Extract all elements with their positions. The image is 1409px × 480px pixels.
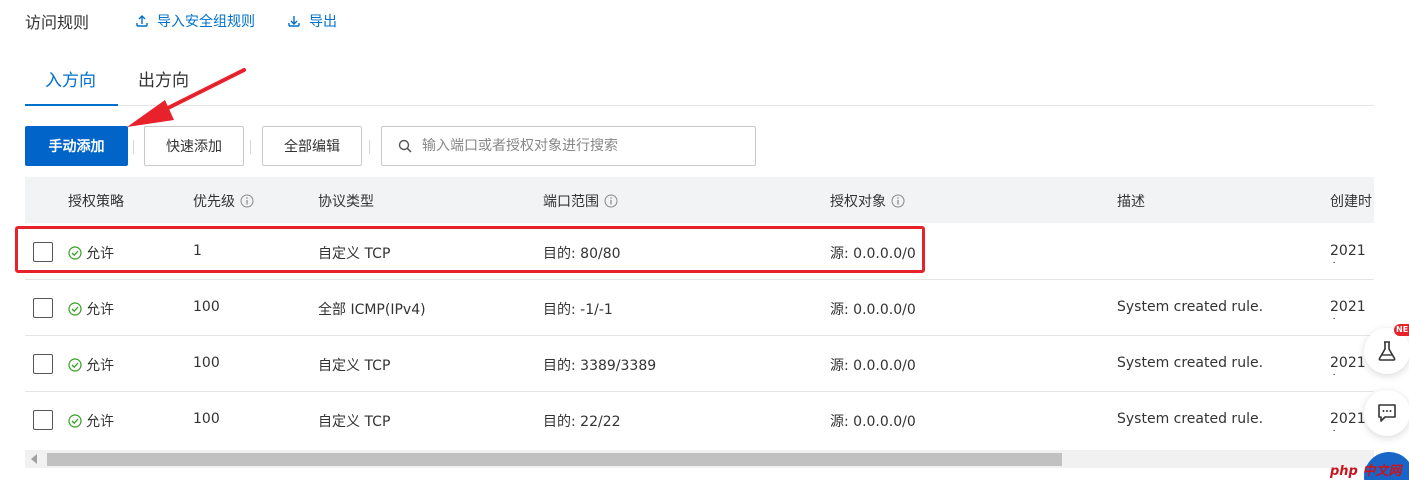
edit-all-button[interactable]: 全部编辑: [262, 126, 362, 166]
column-header-protocol: 协议类型: [318, 194, 374, 210]
created-cell: 2021年: [1330, 299, 1366, 319]
check-circle-icon: [68, 302, 82, 316]
priority-cell: 100: [193, 411, 220, 427]
target-cell: 源: 0.0.0.0/0: [830, 358, 916, 374]
priority-cell: 100: [193, 299, 220, 315]
horizontal-scrollbar[interactable]: [25, 450, 1374, 468]
description-cell: System created rule.: [1117, 299, 1264, 315]
upload-icon: [136, 15, 148, 27]
export-label: 导出: [309, 14, 337, 30]
tab-inbound[interactable]: 入方向: [45, 66, 96, 91]
info-icon[interactable]: [891, 194, 905, 208]
policy-label: 允许: [86, 414, 114, 430]
protocol-cell: 全部 ICMP(IPv4): [318, 302, 426, 318]
policy-label: 允许: [86, 358, 114, 374]
toolbar-divider: [369, 140, 370, 154]
protocol-cell: 自定义 TCP: [318, 246, 391, 262]
port-range-cell: 目的: 22/22: [543, 414, 621, 430]
description-cell: System created rule.: [1117, 355, 1264, 371]
created-cell-clip: 2021年: [1330, 299, 1374, 319]
policy-cell: 允许: [68, 299, 114, 319]
search-icon: [398, 139, 412, 153]
description-cell: System created rule.: [1117, 411, 1264, 427]
info-icon[interactable]: [604, 194, 618, 208]
table-row: 允许 100 自定义 TCP 目的: 22/22 源: 0.0.0.0/0 Sy…: [25, 392, 1374, 444]
chat-float-button[interactable]: [1364, 390, 1409, 436]
row-checkbox[interactable]: [33, 354, 53, 374]
column-header-created-clip: 创建时: [1330, 191, 1374, 211]
table-row: 允许 1 自定义 TCP 目的: 80/80 源: 0.0.0.0/0 2021…: [25, 224, 1374, 280]
download-icon: [288, 16, 300, 27]
column-header-policy: 授权策略: [68, 194, 124, 210]
target-cell: 源: 0.0.0.0/0: [830, 414, 916, 430]
created-cell: 2021年: [1330, 243, 1366, 263]
port-range-cell: 目的: -1/-1: [543, 302, 613, 318]
column-header-target: 授权对象: [830, 191, 905, 211]
section-title: 访问规则: [25, 13, 90, 32]
protocol-cell: 自定义 TCP: [318, 414, 391, 430]
policy-cell: 允许: [68, 411, 114, 431]
column-header-description: 描述: [1117, 194, 1145, 210]
scrollbar-thumb[interactable]: [47, 453, 1062, 466]
toolbar-divider: [133, 140, 134, 154]
chat-icon: [1378, 404, 1396, 422]
table-header: 授权策略 优先级 协议类型 端口范围 授权对象 描述 创建时: [25, 177, 1374, 223]
quick-add-button[interactable]: 快速添加: [144, 126, 244, 166]
watermark-text: php 中文网: [1330, 464, 1402, 479]
scroll-left-arrow-icon[interactable]: [31, 454, 37, 464]
check-circle-icon: [68, 414, 82, 428]
flask-icon: [1378, 341, 1396, 361]
policy-cell: 允许: [68, 355, 114, 375]
priority-cell: 1: [193, 243, 202, 259]
toolbar-divider: [250, 140, 251, 154]
policy-cell: 允许: [68, 243, 114, 263]
direction-tabs: 入方向 出方向: [25, 60, 1374, 106]
import-rules-link[interactable]: 导入安全组规则: [135, 11, 255, 31]
search-box: [381, 126, 756, 166]
column-header-created: 创建时: [1330, 194, 1372, 210]
table-row: 允许 100 全部 ICMP(IPv4) 目的: -1/-1 源: 0.0.0.…: [25, 280, 1374, 336]
port-range-cell: 目的: 80/80: [543, 246, 621, 262]
row-checkbox[interactable]: [33, 298, 53, 318]
table-row: 允许 100 自定义 TCP 目的: 3389/3389 源: 0.0.0.0/…: [25, 336, 1374, 392]
created-cell: 2021年: [1330, 411, 1366, 431]
priority-cell: 100: [193, 355, 220, 371]
target-cell: 源: 0.0.0.0/0: [830, 302, 916, 318]
created-cell: 2021年: [1330, 355, 1366, 375]
search-input[interactable]: [422, 138, 742, 154]
active-tab-indicator: [25, 104, 118, 106]
target-cell: 源: 0.0.0.0/0: [830, 246, 916, 262]
tab-outbound[interactable]: 出方向: [138, 66, 189, 91]
info-icon[interactable]: [240, 194, 254, 208]
check-circle-icon: [68, 246, 82, 260]
created-cell-clip: 2021年: [1330, 243, 1374, 263]
new-badge: NE: [1394, 324, 1409, 336]
manual-add-button[interactable]: 手动添加: [25, 126, 128, 166]
column-header-port-range: 端口范围: [543, 191, 618, 211]
export-link[interactable]: 导出: [287, 11, 337, 31]
column-header-priority: 优先级: [193, 191, 254, 211]
row-checkbox[interactable]: [33, 410, 53, 430]
port-range-cell: 目的: 3389/3389: [543, 358, 657, 374]
policy-label: 允许: [86, 246, 114, 262]
import-rules-label: 导入安全组规则: [157, 14, 255, 30]
row-checkbox[interactable]: [33, 242, 53, 262]
policy-label: 允许: [86, 302, 114, 318]
protocol-cell: 自定义 TCP: [318, 358, 391, 374]
check-circle-icon: [68, 358, 82, 372]
